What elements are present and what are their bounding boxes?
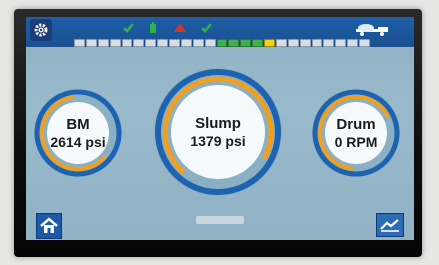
segment	[109, 39, 121, 47]
segment	[180, 39, 192, 47]
gauge-slump-text: Slump 1379 psi	[152, 66, 284, 198]
segment	[192, 39, 204, 47]
display-screen: BM 2614 psi Slump 1379 psi Drum 0 RPM	[26, 17, 414, 240]
segment	[311, 39, 323, 47]
gauge-slump-value: 1379 psi	[190, 132, 246, 149]
segment	[275, 39, 287, 47]
gauge-bm-text: BM 2614 psi	[32, 87, 124, 179]
segment	[85, 39, 97, 47]
truck-icon	[356, 24, 388, 36]
chart-icon	[380, 219, 399, 232]
status-icons	[123, 22, 212, 33]
warning-icon	[174, 23, 186, 32]
segment	[335, 39, 347, 47]
segment	[228, 39, 240, 47]
home-button[interactable]	[36, 213, 62, 239]
segment	[169, 39, 180, 47]
segment	[323, 39, 335, 47]
gauge-bm[interactable]: BM 2614 psi	[32, 87, 124, 179]
gauge-drum-text: Drum 0 RPM	[310, 87, 402, 179]
segment	[252, 39, 263, 47]
segment	[97, 39, 109, 47]
segment	[204, 39, 216, 47]
segment	[287, 39, 299, 47]
top-bar	[26, 17, 414, 47]
check-icon	[123, 23, 134, 33]
segment	[133, 39, 145, 47]
segment	[359, 39, 370, 47]
gauge-drum-value: 0 RPM	[334, 133, 378, 150]
gauge-bm-value: 2614 psi	[50, 133, 106, 150]
gauge-slump-title: Slump	[195, 115, 241, 133]
gauge-slump[interactable]: Slump 1379 psi	[152, 66, 284, 198]
home-icon	[40, 217, 58, 233]
gauge-drum[interactable]: Drum 0 RPM	[310, 87, 402, 179]
segment	[216, 39, 228, 47]
segment	[264, 39, 275, 47]
check-icon-2	[201, 23, 212, 33]
chart-button[interactable]	[376, 213, 404, 237]
segment	[121, 39, 133, 47]
segment	[157, 39, 168, 47]
gauge-drum-title: Drum	[336, 116, 376, 134]
footer-indicator	[196, 216, 244, 224]
gauge-bm-title: BM	[66, 116, 90, 134]
settings-button[interactable]	[30, 19, 52, 41]
segment	[299, 39, 311, 47]
segment	[145, 39, 157, 47]
gear-icon	[34, 23, 48, 37]
segment	[74, 39, 85, 47]
segment	[347, 39, 358, 47]
segment	[240, 39, 252, 47]
tank-icon	[150, 22, 156, 33]
segment-bar	[74, 39, 370, 47]
